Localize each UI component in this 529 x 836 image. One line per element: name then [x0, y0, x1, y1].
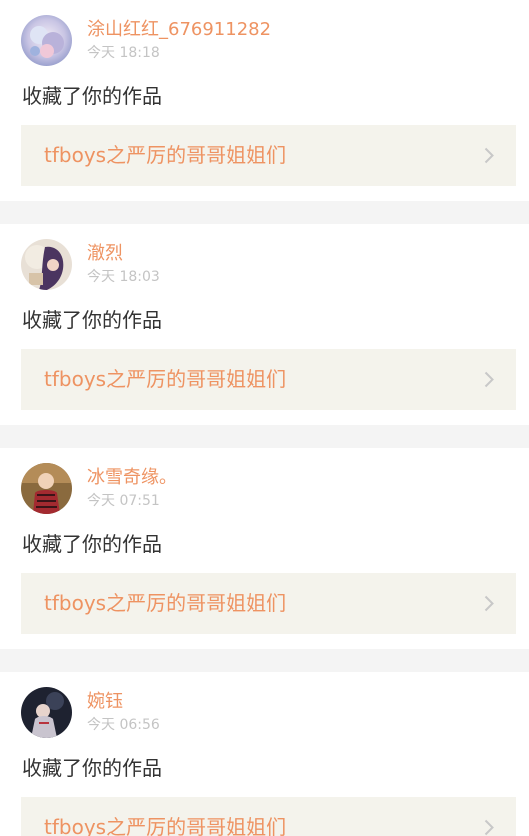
work-title: tfboys之严厉的哥哥姐姐们 [44, 143, 287, 167]
timestamp: 今天 18:18 [87, 45, 160, 61]
chevron-right-icon [484, 595, 494, 612]
work-link[interactable]: tfboys之严厉的哥哥姐姐们 [21, 349, 516, 410]
avatar[interactable] [21, 15, 72, 66]
work-link[interactable]: tfboys之严厉的哥哥姐姐们 [21, 573, 516, 634]
chevron-right-icon [484, 147, 494, 164]
work-title: tfboys之严厉的哥哥姐姐们 [44, 815, 287, 836]
username[interactable]: 婉钰 [87, 691, 123, 713]
notification-card: 澈烈 今天 18:03 收藏了你的作品 tfboys之严厉的哥哥姐姐们 [0, 224, 529, 425]
notification-card: 婉钰 今天 06:56 收藏了你的作品 tfboys之严厉的哥哥姐姐们 [0, 672, 529, 836]
action-text: 收藏了你的作品 [22, 756, 162, 780]
action-text: 收藏了你的作品 [22, 84, 162, 108]
work-title: tfboys之严厉的哥哥姐姐们 [44, 367, 287, 391]
username[interactable]: 涂山红红_676911282 [87, 19, 271, 41]
timestamp: 今天 18:03 [87, 269, 160, 285]
username[interactable]: 冰雪奇缘。 [87, 467, 177, 489]
chevron-right-icon [484, 819, 494, 836]
username[interactable]: 澈烈 [87, 243, 123, 265]
work-link[interactable]: tfboys之严厉的哥哥姐姐们 [21, 125, 516, 186]
separator [0, 425, 529, 448]
avatar[interactable] [21, 463, 72, 514]
separator [0, 649, 529, 672]
avatar[interactable] [21, 687, 72, 738]
timestamp: 今天 07:51 [87, 493, 160, 509]
avatar[interactable] [21, 239, 72, 290]
action-text: 收藏了你的作品 [22, 532, 162, 556]
notification-feed: 涂山红红_676911282 今天 18:18 收藏了你的作品 tfboys之严… [0, 0, 529, 836]
work-link[interactable]: tfboys之严厉的哥哥姐姐们 [21, 797, 516, 836]
chevron-right-icon [484, 371, 494, 388]
timestamp: 今天 06:56 [87, 717, 160, 733]
work-title: tfboys之严厉的哥哥姐姐们 [44, 591, 287, 615]
notification-card: 涂山红红_676911282 今天 18:18 收藏了你的作品 tfboys之严… [0, 0, 529, 201]
notification-card: 冰雪奇缘。 今天 07:51 收藏了你的作品 tfboys之严厉的哥哥姐姐们 [0, 448, 529, 649]
separator [0, 201, 529, 224]
action-text: 收藏了你的作品 [22, 308, 162, 332]
